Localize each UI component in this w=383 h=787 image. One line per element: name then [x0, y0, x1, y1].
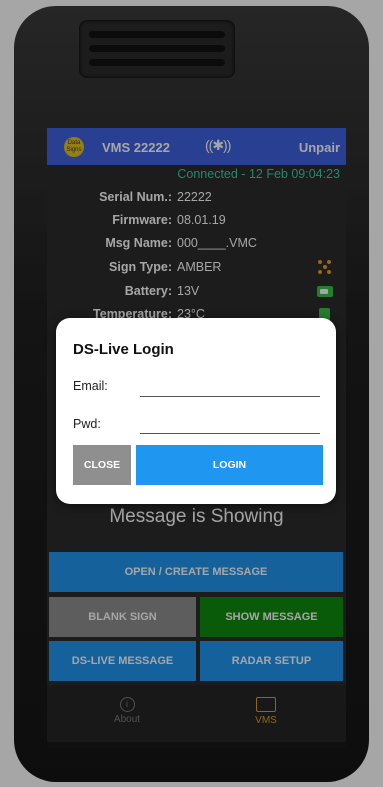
- close-button[interactable]: CLOSE: [73, 445, 131, 485]
- email-label: Email:: [73, 379, 108, 393]
- email-field[interactable]: [140, 376, 320, 397]
- password-label: Pwd:: [73, 417, 101, 431]
- dialog-title: DS-Live Login: [73, 341, 174, 358]
- login-button[interactable]: LOGIN: [136, 445, 323, 485]
- ds-live-login-dialog: DS-Live Login Email: Pwd: CLOSE LOGIN: [56, 318, 336, 504]
- password-field[interactable]: [140, 413, 320, 434]
